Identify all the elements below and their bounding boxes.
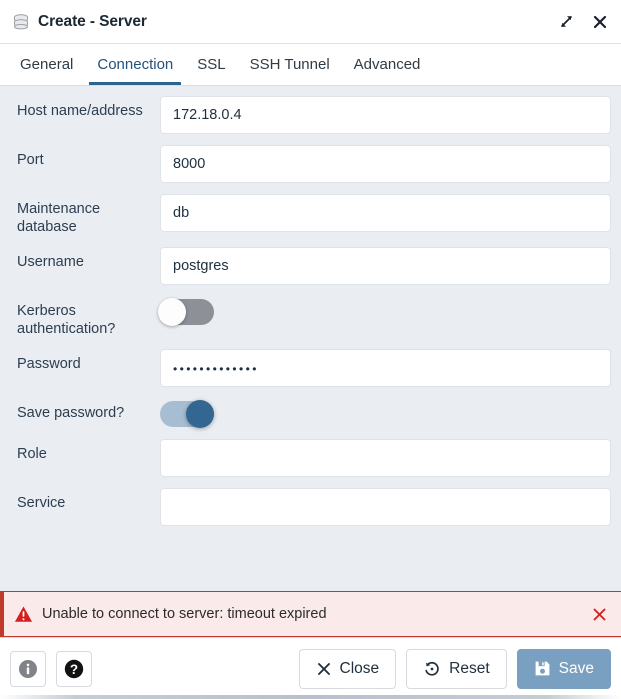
reset-button[interactable]: Reset	[406, 649, 507, 689]
username-value: postgres	[173, 258, 229, 274]
password-input[interactable]: •••••••••••••	[160, 349, 611, 387]
save-password-toggle[interactable]	[160, 401, 214, 427]
dialog-tabs: General Connection SSL SSH Tunnel Advanc…	[0, 44, 621, 86]
window-resize-strip[interactable]	[0, 695, 621, 699]
tab-ssl[interactable]: SSL	[185, 44, 237, 85]
warning-triangle-icon	[14, 605, 33, 624]
username-label: Username	[10, 247, 160, 271]
tab-general[interactable]: General	[8, 44, 85, 85]
field-row-port: Port 8000	[10, 145, 611, 183]
dialog-title: Create - Server	[38, 13, 147, 31]
field-row-username: Username postgres	[10, 247, 611, 285]
connection-form: Host name/address 172.18.0.4 Port 8000 M…	[0, 86, 621, 637]
password-value: •••••••••••••	[173, 361, 259, 375]
port-value: 8000	[173, 156, 205, 172]
dialog-titlebar: Create - Server	[0, 0, 621, 44]
field-row-maintenance-database: Maintenance database db	[10, 194, 611, 236]
field-row-save-password: Save password?	[10, 398, 611, 428]
maintenance-database-input[interactable]: db	[160, 194, 611, 232]
field-row-service: Service	[10, 488, 611, 526]
dialog-footer: ? Close Reset	[0, 637, 621, 699]
host-value: 172.18.0.4	[173, 107, 242, 123]
password-label: Password	[10, 349, 160, 373]
reset-circular-arrow-icon	[423, 660, 441, 678]
error-alert: Unable to connect to server: timeout exp…	[0, 591, 621, 637]
info-circle-icon	[17, 658, 39, 680]
field-row-host: Host name/address 172.18.0.4	[10, 96, 611, 134]
save-button[interactable]: Save	[517, 649, 611, 689]
expand-diagonal-icon[interactable]	[557, 13, 575, 31]
service-label: Service	[10, 488, 160, 512]
tab-ssh-tunnel[interactable]: SSH Tunnel	[238, 44, 342, 85]
field-row-password: Password •••••••••••••	[10, 349, 611, 387]
titlebar-actions	[557, 13, 609, 31]
close-button-label: Close	[340, 660, 380, 678]
field-row-role: Role	[10, 439, 611, 477]
role-input[interactable]	[160, 439, 611, 477]
save-button-label: Save	[559, 660, 594, 678]
username-input[interactable]: postgres	[160, 247, 611, 285]
info-button[interactable]	[10, 651, 46, 687]
floppy-disk-icon	[534, 660, 551, 677]
port-input[interactable]: 8000	[160, 145, 611, 183]
close-x-icon	[316, 661, 332, 677]
host-input[interactable]: 172.18.0.4	[160, 96, 611, 134]
help-circle-icon: ?	[63, 658, 85, 680]
port-label: Port	[10, 145, 160, 169]
role-label: Role	[10, 439, 160, 463]
close-icon[interactable]	[591, 13, 609, 31]
maintenance-database-label: Maintenance database	[10, 194, 160, 236]
error-alert-close-icon[interactable]	[589, 604, 609, 624]
kerberos-toggle[interactable]	[160, 299, 214, 325]
host-label: Host name/address	[10, 96, 160, 120]
reset-button-label: Reset	[449, 660, 490, 678]
server-stack-icon	[12, 13, 30, 31]
service-input[interactable]	[160, 488, 611, 526]
kerberos-label: Kerberos authentication?	[10, 296, 160, 338]
tab-advanced[interactable]: Advanced	[342, 44, 433, 85]
field-row-kerberos: Kerberos authentication?	[10, 296, 611, 338]
save-password-label: Save password?	[10, 398, 160, 422]
help-button[interactable]: ?	[56, 651, 92, 687]
create-server-dialog: Create - Server	[0, 0, 621, 699]
close-button[interactable]: Close	[299, 649, 397, 689]
tab-connection[interactable]: Connection	[85, 44, 185, 85]
save-password-toggle-knob	[186, 400, 214, 428]
svg-text:?: ?	[70, 661, 78, 676]
kerberos-toggle-knob	[158, 298, 186, 326]
error-alert-message: Unable to connect to server: timeout exp…	[42, 606, 589, 622]
maintenance-database-value: db	[173, 205, 189, 221]
